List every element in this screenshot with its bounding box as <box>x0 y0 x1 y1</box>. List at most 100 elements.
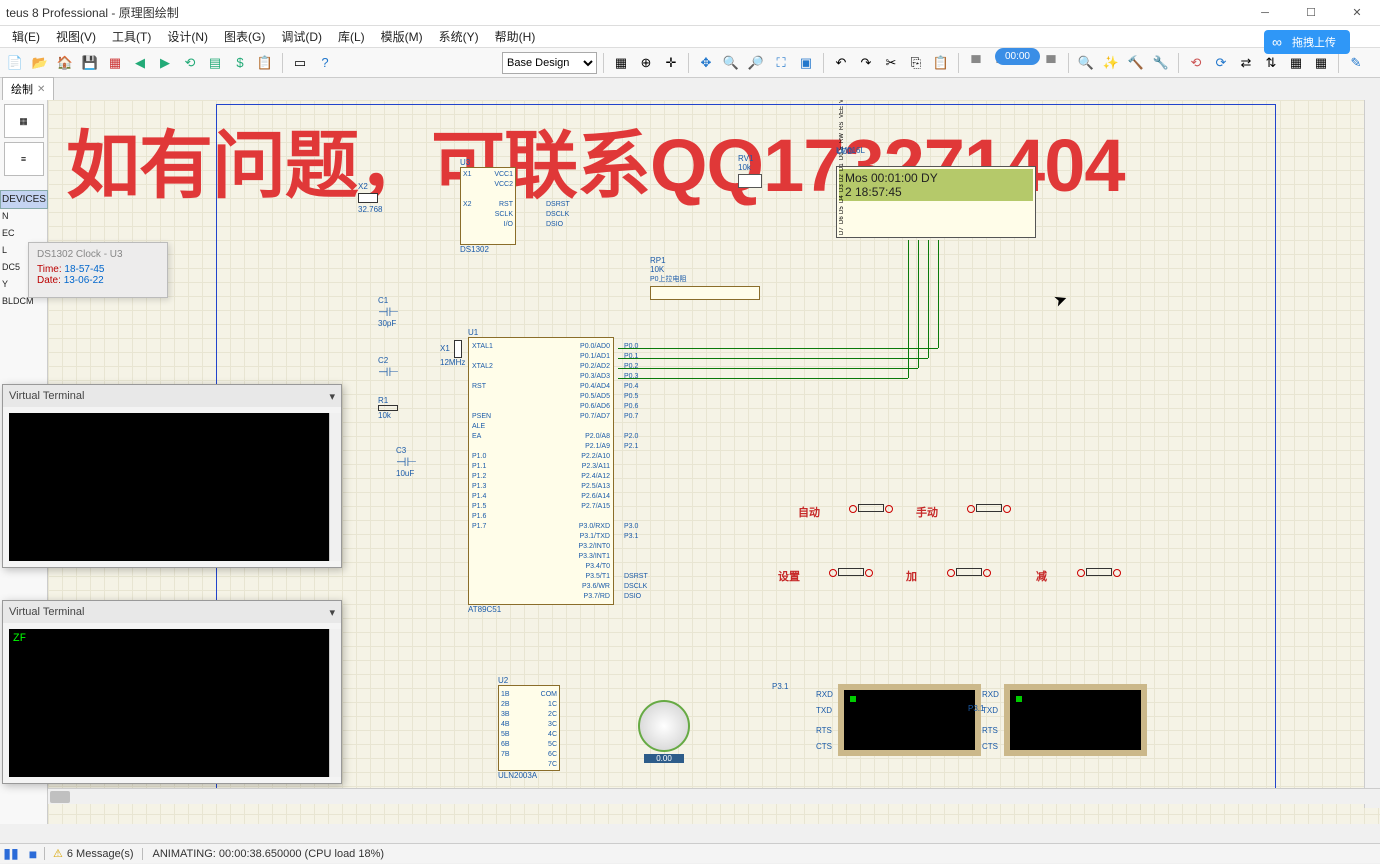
close-button[interactable]: ✕ <box>1334 0 1380 26</box>
part-lcd: LM016L <box>836 146 865 155</box>
horizontal-scrollbar[interactable] <box>48 788 1380 804</box>
tool-rot2-icon[interactable]: ⟳ <box>1210 52 1232 74</box>
component-rp1[interactable]: RP1 10K P0上拉电阻 <box>650 256 760 300</box>
titlebar: teus 8 Professional - 原理图绘制 ─ ☐ ✕ <box>0 0 1380 26</box>
tool-wand-icon[interactable]: ✨ <box>1100 52 1122 74</box>
tool-hammer-icon[interactable]: 🔨 <box>1125 52 1147 74</box>
tool-zoomarea-icon[interactable]: ▣ <box>795 52 817 74</box>
warning-icon: ⚠ <box>53 847 63 860</box>
lcd-line1: Mos 00:01:00 DY <box>845 171 1027 185</box>
tool-save-icon[interactable]: 💾 <box>79 52 101 74</box>
vterm2-body[interactable]: ZF <box>9 629 335 777</box>
ds1302-info-box[interactable]: DS1302 Clock - U3 Time: 18-57-45 Date: 1… <box>28 242 168 298</box>
tool-zoomin-icon[interactable]: 🔍 <box>720 52 742 74</box>
tab-schematic[interactable]: 绘制 ✕ <box>2 77 54 100</box>
vterm1-menu-icon[interactable]: ▾ <box>329 390 335 403</box>
tool-flip1-icon[interactable]: ⇄ <box>1235 52 1257 74</box>
menu-lib[interactable]: 库(L) <box>330 26 373 47</box>
palette-overview[interactable]: ▦ <box>4 104 44 138</box>
tool-origin-icon[interactable]: ⊕ <box>635 52 657 74</box>
tool-pan-icon[interactable]: ✥ <box>695 52 717 74</box>
tool-zoomfit-icon[interactable]: ⛶ <box>770 52 792 74</box>
tool-grid-icon[interactable]: ▦ <box>610 52 632 74</box>
tool-dollar-icon[interactable]: $ <box>229 52 251 74</box>
tab-close-icon[interactable]: ✕ <box>37 84 45 95</box>
tool-search-icon[interactable]: 🔍 <box>1075 52 1097 74</box>
menu-chart[interactable]: 图表(G) <box>216 26 273 47</box>
tool-sheet-icon[interactable]: ▭ <box>289 52 311 74</box>
component-motor[interactable]: 0.00 <box>638 700 690 765</box>
menu-template[interactable]: 模版(M) <box>373 26 431 47</box>
tool-new-icon[interactable]: 📄 <box>4 52 26 74</box>
component-x1[interactable]: X1 12MHz <box>440 340 465 367</box>
tool-doc-icon[interactable]: ▤ <box>204 52 226 74</box>
vertical-scrollbar[interactable] <box>1364 100 1380 808</box>
device-item[interactable]: EC <box>2 225 48 242</box>
tool-cut-icon[interactable]: ✂ <box>880 52 902 74</box>
tool-flip2-icon[interactable]: ⇅ <box>1260 52 1282 74</box>
button-minus[interactable] <box>1056 568 1126 596</box>
tool-misc2-icon[interactable]: ▦ <box>1310 52 1332 74</box>
upload-pill[interactable]: 拖拽上传 <box>1264 30 1350 54</box>
vterm2-menu-icon[interactable]: ▾ <box>329 606 335 619</box>
tool-nav-fwd-icon[interactable]: ▶ <box>154 52 176 74</box>
virtual-terminal-window-2[interactable]: Virtual Terminal ▾ ZF <box>2 600 342 784</box>
tool-cursor-icon[interactable]: ✛ <box>660 52 682 74</box>
sim-stop-button[interactable]: ■ <box>22 844 44 864</box>
tool-nav-back-icon[interactable]: ◀ <box>129 52 151 74</box>
component-u2[interactable]: U2 1B2B3B4B5B6B7B COM1C2C3C4C5C6C7C ULN2… <box>498 676 560 780</box>
label-plus: 加 <box>906 568 917 584</box>
tool-home-icon[interactable]: 🏠 <box>54 52 76 74</box>
instrument-vterm-2[interactable]: RXD TXD RTS CTS <box>1004 684 1147 756</box>
tool-pen-icon[interactable]: ✎ <box>1345 52 1367 74</box>
palette-parts[interactable]: ≡ <box>4 142 44 176</box>
button-auto[interactable] <box>828 504 898 532</box>
tool-refresh-icon[interactable]: ⟲ <box>179 52 201 74</box>
button-manual[interactable] <box>946 504 1016 532</box>
vterm1-body[interactable] <box>9 413 335 561</box>
tool-wrench-icon[interactable]: 🔧 <box>1150 52 1172 74</box>
menu-design[interactable]: 设计(N) <box>159 26 216 47</box>
device-item[interactable]: N <box>2 208 48 225</box>
menu-edit[interactable]: 辑(E) <box>4 26 48 47</box>
tool-chip-icon[interactable]: ▦ <box>104 52 126 74</box>
component-rv1[interactable]: RV1 10k <box>738 154 762 188</box>
sim-pause-button[interactable]: ▮▮ <box>0 844 22 864</box>
tool-paste-icon[interactable]: 📋 <box>930 52 952 74</box>
minimize-button[interactable]: ─ <box>1242 0 1288 26</box>
component-u3[interactable]: U3 X1 X2 VCC1VCC2 RSTSCLKI/O DS1302 <box>460 158 516 254</box>
vterm1-scrollbar[interactable] <box>329 413 341 561</box>
tool-help-icon[interactable]: ? <box>314 52 336 74</box>
button-plus[interactable] <box>926 568 996 596</box>
tool-undo-icon[interactable]: ↶ <box>830 52 852 74</box>
maximize-button[interactable]: ☐ <box>1288 0 1334 26</box>
status-messages[interactable]: ⚠ 6 Message(s) <box>44 847 142 860</box>
tool-align1-icon[interactable]: ▀ <box>965 52 987 74</box>
tool-rot1-icon[interactable]: ⟲ <box>1185 52 1207 74</box>
wire <box>918 240 919 368</box>
menu-system[interactable]: 系统(Y) <box>431 26 487 47</box>
tool-misc1-icon[interactable]: ▦ <box>1285 52 1307 74</box>
component-c3[interactable]: C3 ⊣⊢ 10uF <box>396 446 417 478</box>
component-c2[interactable]: C2 ⊣⊢ <box>378 356 399 379</box>
tool-align4-icon[interactable]: ▀ <box>1040 52 1062 74</box>
tool-report-icon[interactable]: 📋 <box>254 52 276 74</box>
component-u1[interactable]: U1 XTAL1 XTAL2 RST PSENALEEA P1.0P1.1P1.… <box>468 328 614 614</box>
tool-open-icon[interactable]: 📂 <box>29 52 51 74</box>
component-r1[interactable]: R1 10k <box>378 396 398 420</box>
tool-zoomout-icon[interactable]: 🔎 <box>745 52 767 74</box>
menu-tools[interactable]: 工具(T) <box>104 26 159 47</box>
tool-redo-icon[interactable]: ↷ <box>855 52 877 74</box>
component-lcd[interactable]: LCD Mos 00:01:00 DY 2 18:57:45 D7D6D5 D4… <box>836 166 1036 238</box>
menu-view[interactable]: 视图(V) <box>48 26 104 47</box>
component-c1[interactable]: C1 ⊣⊢ 30pF <box>378 296 399 328</box>
design-selector[interactable]: Base Design <box>502 52 597 74</box>
menu-debug[interactable]: 调试(D) <box>273 26 330 47</box>
menu-help[interactable]: 帮助(H) <box>487 26 544 47</box>
button-set[interactable] <box>808 568 878 596</box>
vterm2-scrollbar[interactable] <box>329 629 341 777</box>
component-x2[interactable]: X2 32.768 <box>358 182 382 214</box>
instrument-vterm-1[interactable]: RXD TXD RTS CTS <box>838 684 981 756</box>
tool-copy-icon[interactable]: ⎘ <box>905 52 927 74</box>
virtual-terminal-window-1[interactable]: Virtual Terminal ▾ <box>2 384 342 568</box>
